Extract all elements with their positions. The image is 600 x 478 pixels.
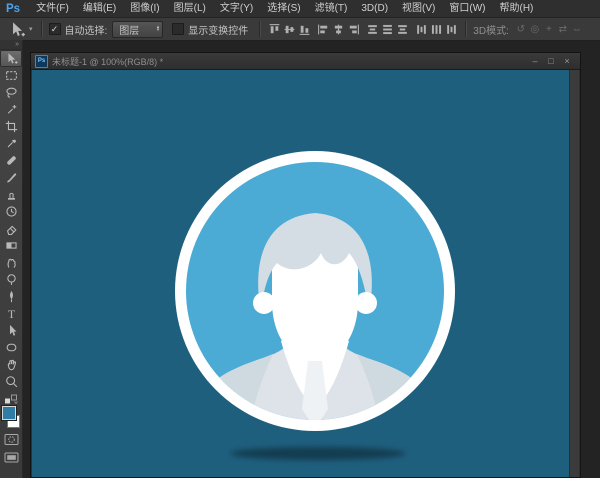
- 3d-mode-buttons: ↺◎+⇄⇔: [514, 24, 584, 35]
- maximize-window-button[interactable]: □: [543, 54, 559, 69]
- document-icon: Ps: [35, 55, 48, 68]
- vertical-scrollbar[interactable]: [569, 70, 579, 477]
- 3d-roll-button[interactable]: ◎: [528, 24, 542, 35]
- svg-text:T: T: [7, 307, 15, 320]
- screen-mode-button[interactable]: [0, 450, 22, 465]
- eyedropper-tool[interactable]: [0, 135, 22, 152]
- move-tool[interactable]: [0, 50, 22, 67]
- auto-select-label: 自动选择:: [65, 22, 108, 37]
- dodge-tool[interactable]: [0, 271, 22, 288]
- document-title: 未标题-1 @ 100%(RGB/8) *: [52, 55, 163, 68]
- 3d-mode-label: 3D模式:: [473, 22, 509, 37]
- auto-select-checkbox[interactable]: ✓: [49, 23, 61, 35]
- options-bar: ▾ ✓ 自动选择: 图层 ▴▾ ✓ 显示变换控件 3D模式: ↺◎+⇄⇔: [0, 18, 600, 41]
- separator: [41, 21, 43, 37]
- rectangular-marquee-tool[interactable]: [0, 67, 22, 84]
- brush-tool[interactable]: [0, 169, 22, 186]
- photoshop-app: Ps 文件(F)编辑(E)图像(I)图层(L)文字(Y)选择(S)滤镜(T)3D…: [0, 0, 600, 478]
- close-window-button[interactable]: ×: [559, 54, 575, 69]
- separator: [465, 21, 467, 37]
- distribute-bottom-edges-button[interactable]: [395, 21, 410, 37]
- align-horizontal-centers-button[interactable]: [331, 21, 346, 37]
- separator: [259, 21, 261, 37]
- swap-colors-icon[interactable]: [0, 393, 22, 405]
- avatar-shadow: [230, 447, 406, 460]
- menu-item-3[interactable]: 图层(L): [167, 0, 213, 17]
- menu-item-7[interactable]: 3D(D): [354, 0, 395, 17]
- 3d-drag-button[interactable]: +: [542, 24, 556, 35]
- align-top-edges-button[interactable]: [267, 21, 282, 37]
- quick-mask-button[interactable]: [0, 432, 22, 447]
- path-selection-tool[interactable]: [0, 322, 22, 339]
- spot-healing-brush-tool[interactable]: [0, 152, 22, 169]
- gradient-tool[interactable]: [0, 237, 22, 254]
- align-right-edges-button[interactable]: [346, 21, 361, 37]
- menu-item-6[interactable]: 滤镜(T): [308, 0, 355, 17]
- auto-select-target-dropdown[interactable]: 图层 ▴▾: [112, 21, 163, 38]
- tools-panel: » T: [0, 40, 23, 478]
- photoshop-logo: Ps: [6, 3, 20, 15]
- document-titlebar[interactable]: Ps 未标题-1 @ 100%(RGB/8) * –□×: [31, 53, 580, 70]
- quick-selection-tool[interactable]: [0, 101, 22, 118]
- hand-tool[interactable]: [0, 356, 22, 373]
- dropdown-arrows-icon: ▴▾: [157, 26, 160, 33]
- menu-item-4[interactable]: 文字(Y): [213, 0, 260, 17]
- tool-buttons: T: [0, 50, 22, 390]
- color-swatches: [0, 406, 22, 429]
- eraser-tool[interactable]: [0, 220, 22, 237]
- align-bottom-edges-button[interactable]: [297, 21, 312, 37]
- history-brush-tool[interactable]: [0, 203, 22, 220]
- menu-items: 文件(F)编辑(E)图像(I)图层(L)文字(Y)选择(S)滤镜(T)3D(D)…: [29, 0, 540, 17]
- 3d-rotate-button[interactable]: ↺: [514, 24, 528, 35]
- menu-bar: Ps 文件(F)编辑(E)图像(I)图层(L)文字(Y)选择(S)滤镜(T)3D…: [0, 0, 600, 18]
- smudge-tool[interactable]: [0, 254, 22, 271]
- lasso-tool[interactable]: [0, 84, 22, 101]
- zoom-tool[interactable]: [0, 373, 22, 390]
- pen-tool[interactable]: [0, 288, 22, 305]
- menu-item-8[interactable]: 视图(V): [395, 0, 442, 17]
- collapse-panel-button[interactable]: »: [0, 40, 22, 50]
- menu-item-2[interactable]: 图像(I): [123, 0, 166, 17]
- menu-item-0[interactable]: 文件(F): [29, 0, 76, 17]
- show-transform-checkbox[interactable]: ✓: [172, 23, 184, 35]
- window-buttons: –□×: [527, 54, 580, 69]
- distribute-left-edges-button[interactable]: [414, 21, 429, 37]
- move-tool-icon: [6, 21, 28, 38]
- menu-item-5[interactable]: 选择(S): [260, 0, 307, 17]
- foreground-color-swatch[interactable]: [2, 406, 16, 420]
- 3d-scale-button[interactable]: ⇔: [570, 24, 584, 35]
- type-tool[interactable]: T: [0, 305, 22, 322]
- distribute-horizontal-centers-button[interactable]: [429, 21, 444, 37]
- align-left-edges-button[interactable]: [316, 21, 331, 37]
- align-buttons: [267, 21, 459, 37]
- clone-stamp-tool[interactable]: [0, 186, 22, 203]
- document-window: Ps 未标题-1 @ 100%(RGB/8) * –□×: [30, 52, 581, 478]
- show-transform-label: 显示变换控件: [188, 22, 248, 37]
- menu-item-1[interactable]: 编辑(E): [76, 0, 123, 17]
- align-vertical-centers-button[interactable]: [282, 21, 297, 37]
- crop-tool[interactable]: [0, 118, 22, 135]
- distribute-top-edges-button[interactable]: [365, 21, 380, 37]
- menu-item-10[interactable]: 帮助(H): [492, 0, 540, 17]
- distribute-vertical-centers-button[interactable]: [380, 21, 395, 37]
- menu-item-9[interactable]: 窗口(W): [442, 0, 492, 17]
- avatar-graphic: [175, 151, 455, 431]
- 3d-slide-button[interactable]: ⇄: [556, 24, 570, 35]
- shape-tool[interactable]: [0, 339, 22, 356]
- minimize-window-button[interactable]: –: [527, 54, 543, 69]
- tool-preset-caret-icon[interactable]: ▾: [29, 25, 33, 33]
- canvas[interactable]: [32, 70, 570, 477]
- dropdown-value: 图层: [119, 22, 139, 37]
- distribute-right-edges-button[interactable]: [444, 21, 459, 37]
